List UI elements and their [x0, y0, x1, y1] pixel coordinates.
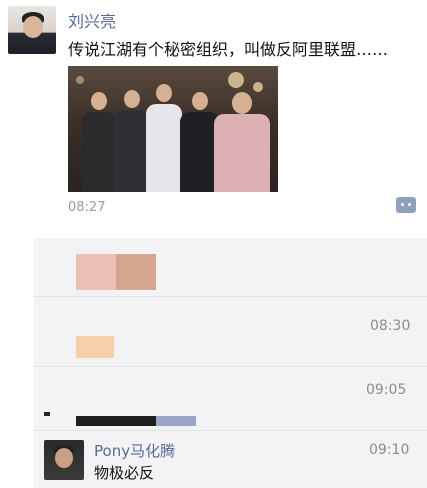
comment-time: 09:10	[369, 442, 410, 458]
comment-row	[34, 432, 427, 488]
post-photo[interactable]	[68, 66, 278, 192]
post-author-name[interactable]: 刘兴亮	[68, 8, 116, 32]
redacted-avatar-block	[116, 254, 156, 290]
comment-time: 09:05	[366, 382, 407, 398]
divider	[34, 296, 427, 297]
divider	[34, 366, 427, 367]
comment-more-icon[interactable]	[396, 197, 416, 213]
comment-text: 物极必反	[94, 464, 155, 482]
post-timestamp: 08:27	[68, 200, 106, 215]
author-avatar[interactable]	[8, 6, 56, 54]
redacted-name-block	[156, 416, 196, 426]
redacted-avatar-block	[44, 412, 50, 416]
redacted-name-block	[76, 416, 156, 426]
redacted-avatar-block	[76, 254, 116, 290]
comment-time: 08:30	[370, 318, 411, 334]
redacted-avatar-block	[76, 336, 114, 358]
post-text: 传说江湖有个秘密组织，叫做反阿里联盟……	[68, 40, 389, 59]
commenter-name[interactable]: Pony马化腾	[94, 440, 175, 461]
divider	[34, 430, 427, 431]
pony-avatar[interactable]	[44, 440, 84, 480]
